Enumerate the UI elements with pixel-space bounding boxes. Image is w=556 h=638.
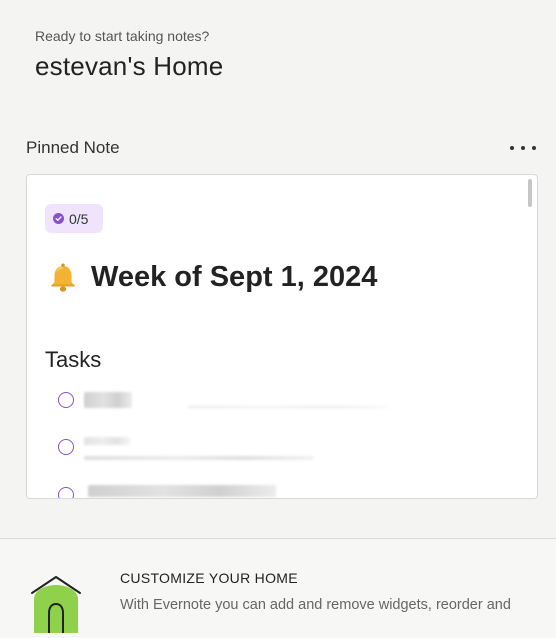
note-title-row: Week of Sept 1, 2024	[49, 261, 377, 294]
house-icon	[31, 576, 81, 633]
redacted-text	[188, 406, 388, 408]
customize-title: CUSTOMIZE YOUR HOME	[120, 570, 298, 586]
greeting-text: Ready to start taking notes?	[35, 28, 210, 44]
task-checkbox[interactable]	[58, 392, 74, 408]
customize-description: With Evernote you can add and remove wid…	[120, 597, 511, 613]
redacted-text	[84, 456, 314, 460]
pinned-note-card[interactable]: 0/5 Week of Sept 1, 2024 Tasks	[26, 174, 538, 499]
task-checkbox[interactable]	[58, 487, 74, 498]
more-options-button[interactable]	[510, 140, 536, 156]
task-item[interactable]	[58, 485, 518, 498]
card-scrollbar[interactable]	[528, 179, 532, 207]
task-progress-value: 0/5	[69, 210, 89, 227]
tasks-heading: Tasks	[45, 347, 102, 372]
page-title: estevan's Home	[35, 51, 224, 81]
bell-icon	[51, 263, 75, 292]
task-checkbox[interactable]	[58, 439, 74, 455]
redacted-text	[88, 485, 276, 497]
task-progress-badge: 0/5	[45, 204, 103, 233]
check-circle-icon	[53, 213, 64, 224]
task-item[interactable]	[58, 437, 518, 463]
more-dot-icon	[510, 146, 514, 150]
pinned-note-section-title: Pinned Note	[26, 138, 120, 157]
customize-home-banner[interactable]: CUSTOMIZE YOUR HOME With Evernote you ca…	[0, 539, 556, 638]
task-item[interactable]	[58, 392, 518, 416]
note-title: Week of Sept 1, 2024	[91, 261, 378, 293]
more-dot-icon	[532, 146, 536, 150]
redacted-text	[84, 437, 130, 445]
more-dot-icon	[521, 146, 525, 150]
redacted-text	[84, 392, 132, 408]
